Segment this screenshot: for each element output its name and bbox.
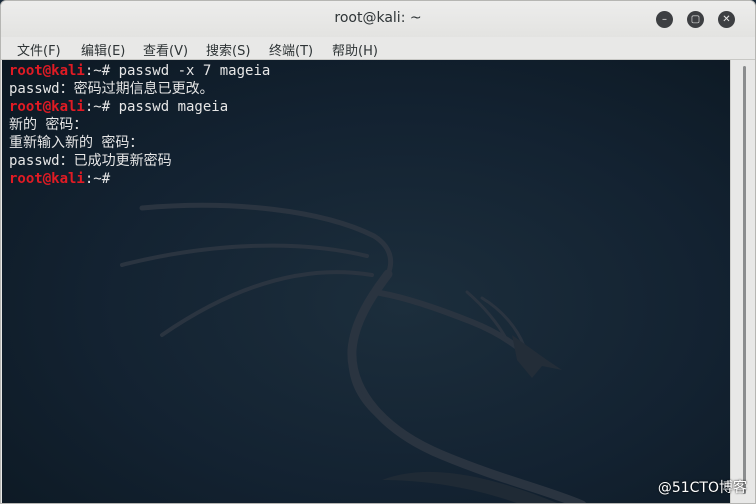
terminal-output: root@kali:~# passwd -x 7 mageia passwd：密… [9,62,270,188]
terminal-line: 新的 密码： [9,117,88,133]
menu-search[interactable]: 搜索(S) [206,40,250,59]
close-button[interactable]: ✕ [718,11,735,28]
prompt-path: :~# [84,99,119,115]
prompt-path: :~# [84,171,119,187]
terminal-line: passwd：密码过期信息已更改。 [9,81,214,97]
terminal-line: passwd：已成功更新密码 [9,153,172,169]
terminal-line: root@kali:~# passwd mageia [9,98,270,116]
menu-view[interactable]: 查看(V) [143,40,188,59]
minimize-button[interactable]: – [656,11,673,28]
menu-edit[interactable]: 编辑(E) [81,40,125,59]
menu-help[interactable]: 帮助(H) [332,40,378,59]
command-text: passwd mageia [118,99,229,115]
title-bar[interactable]: root@kali: ~ – ▢ ✕ [1,1,755,37]
close-icon: ✕ [722,14,731,25]
maximize-icon: ▢ [690,14,701,25]
terminal-line: root@kali:~# passwd -x 7 mageia [9,62,270,80]
prompt-user: root@kali [9,99,85,115]
window-title: root@kali: ~ [334,10,422,26]
prompt-user: root@kali [9,171,85,187]
terminal-cursor [119,172,127,187]
terminal-area[interactable]: root@kali:~# passwd -x 7 mageia passwd：密… [2,60,730,503]
menu-file[interactable]: 文件(F) [17,40,61,59]
minimize-icon: – [662,14,667,25]
scrollbar-thumb[interactable] [743,66,746,494]
menu-bar: 文件(F) 编辑(E) 查看(V) 搜索(S) 终端(T) 帮助(H) [1,37,755,60]
watermark: @51CTO博客 [657,480,747,496]
prompt-path: :~# [84,63,119,79]
command-text: passwd -x 7 mageia [118,63,271,79]
maximize-button[interactable]: ▢ [687,11,704,28]
prompt-user: root@kali [9,63,85,79]
terminal-line: 重新输入新的 密码： [9,135,144,151]
scrollbar[interactable] [730,60,755,503]
terminal-line: root@kali:~# [9,170,270,188]
menu-terminal[interactable]: 终端(T) [269,40,313,59]
terminal-window: root@kali: ~ – ▢ ✕ 文件(F) 编辑(E) 查看(V) 搜索(… [0,0,756,504]
